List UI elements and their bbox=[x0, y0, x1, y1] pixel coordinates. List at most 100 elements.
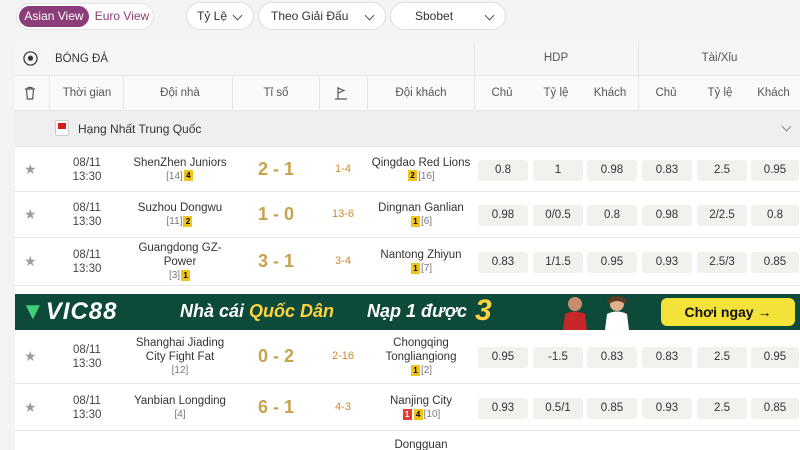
hdp-line[interactable]: 0.5/1 bbox=[533, 398, 583, 419]
home-team-rank: [4] bbox=[174, 409, 186, 420]
away-team-meta: 1 [6] bbox=[367, 215, 475, 229]
away-team[interactable]: Dongguan bbox=[367, 438, 475, 450]
hdp-home-odds[interactable]: 0.95 bbox=[478, 347, 528, 368]
hdp-away-odds[interactable]: 0.8 bbox=[587, 205, 637, 226]
hdp-line[interactable]: 1 bbox=[533, 159, 583, 181]
home-team[interactable]: Guangdong GZ-Power [3] 1 bbox=[125, 241, 235, 283]
home-team[interactable]: Suzhou Dongwu [11] 2 bbox=[125, 201, 235, 229]
away-team-meta: 1 [2] bbox=[367, 364, 475, 378]
ou-over-odds[interactable]: 0.98 bbox=[642, 205, 692, 226]
match-row[interactable]: Dongguan bbox=[15, 432, 800, 450]
away-team[interactable]: Nantong Zhiyun 1 [7] bbox=[367, 248, 475, 276]
col-hdp-line: Tỷ lệ bbox=[543, 87, 569, 99]
match-row[interactable]: ★ 08/11 13:30 Guangdong GZ-Power [3] 1 3 - 1 3-… bbox=[15, 238, 800, 286]
corner-count: 4-3 bbox=[335, 401, 351, 413]
sort-by-league-dropdown[interactable]: Theo Giải Đấu bbox=[258, 2, 386, 30]
yellow-card-count: 2 bbox=[183, 215, 193, 227]
match-row[interactable]: ★ 08/11 13:30 Yanbian Longding [4] 6 - 1 4-3 Na… bbox=[15, 385, 800, 431]
divider bbox=[474, 42, 475, 76]
hdp-home-odds[interactable]: 0.83 bbox=[478, 252, 528, 273]
home-team-rank: [11] bbox=[166, 216, 183, 227]
ou-under-odds[interactable]: 0.85 bbox=[751, 398, 799, 419]
home-team[interactable]: Yanbian Longding [4] bbox=[125, 394, 235, 422]
corner-count: 2-16 bbox=[331, 350, 355, 362]
hdp-away-odds[interactable]: 0.85 bbox=[587, 398, 637, 419]
match-score: 1 - 0 bbox=[257, 204, 295, 224]
away-team-name: Dongguan bbox=[394, 439, 448, 450]
ad-banner[interactable]: ▼VIC88 Nhà cái Quốc Dân Nạp 1 được 3 Chơ… bbox=[15, 294, 800, 330]
star-icon[interactable]: ★ bbox=[24, 348, 37, 365]
yellow-card-count: 1 bbox=[410, 262, 420, 274]
taixiu-header: Tài/Xỉu bbox=[701, 52, 738, 64]
ou-over-odds[interactable]: 0.83 bbox=[642, 159, 692, 181]
ou-line[interactable]: 2.5 bbox=[697, 159, 747, 181]
ou-over-odds[interactable]: 0.93 bbox=[642, 398, 692, 419]
banner-promo: Nạp 1 được bbox=[367, 301, 467, 321]
match-score: 0 - 2 bbox=[257, 346, 295, 366]
promo-people-image bbox=[563, 296, 629, 330]
divider bbox=[49, 76, 50, 111]
away-team-name: Nanjing City bbox=[390, 395, 452, 407]
away-team[interactable]: Chongqing Tongliangiong 1 [2] bbox=[367, 336, 475, 378]
away-team[interactable]: Qingdao Red Lions 2 [16] bbox=[367, 156, 475, 184]
match-score: 2 - 1 bbox=[257, 158, 295, 179]
banner-tagline: Nhà cái Quốc Dân bbox=[180, 301, 334, 322]
ou-under-odds[interactable]: 0.85 bbox=[751, 252, 799, 273]
play-now-button[interactable]: Chơi ngay → bbox=[661, 298, 795, 326]
home-team-name: Guangdong GZ-Power bbox=[138, 242, 222, 268]
match-row[interactable]: ★ 08/11 13:30 Suzhou Dongwu [11] 2 1 - 0 13-6 Di… bbox=[15, 192, 800, 238]
star-icon[interactable]: ★ bbox=[24, 399, 37, 416]
away-team[interactable]: Dingnan Ganlian 1 [6] bbox=[367, 201, 475, 229]
home-team[interactable]: ShenZhen Juniors [14] 4 bbox=[125, 156, 235, 184]
match-date: 08/11 bbox=[73, 202, 101, 214]
hdp-line[interactable]: -1.5 bbox=[533, 347, 583, 368]
kickoff-time: 13:30 bbox=[72, 170, 102, 183]
ou-line[interactable]: 2.5 bbox=[697, 398, 747, 419]
ou-under-odds[interactable]: 0.95 bbox=[751, 347, 799, 368]
bookmaker-dropdown[interactable]: Sbobet bbox=[390, 2, 506, 30]
home-team[interactable]: Shanghai Jiading City Fight Fat [12] bbox=[125, 336, 235, 378]
hdp-away-odds[interactable]: 0.98 bbox=[587, 159, 637, 181]
ou-over-odds[interactable]: 0.83 bbox=[642, 347, 692, 368]
hdp-away-odds[interactable]: 0.83 bbox=[587, 347, 637, 368]
ou-over-odds[interactable]: 0.93 bbox=[642, 252, 692, 273]
yellow-card-count: 4 bbox=[183, 170, 193, 182]
table-header-top: BÓNG ĐÁ HDP Tài/Xỉu bbox=[15, 42, 800, 76]
kickoff-time: 13:30 bbox=[72, 216, 102, 228]
hdp-line[interactable]: 1/1.5 bbox=[533, 252, 583, 273]
away-team-rank: [2] bbox=[420, 365, 433, 376]
hdp-home-odds[interactable]: 0.93 bbox=[478, 398, 528, 419]
ou-line[interactable]: 2.5 bbox=[697, 347, 747, 368]
match-score: 6 - 1 bbox=[257, 397, 295, 417]
star-icon[interactable]: ★ bbox=[24, 206, 37, 223]
away-team-rank: [16] bbox=[418, 170, 435, 182]
chevron-down-icon[interactable] bbox=[781, 121, 792, 132]
match-date: 08/11 bbox=[73, 395, 101, 407]
trash-icon[interactable] bbox=[24, 86, 36, 100]
asian-view-button[interactable]: Asian View bbox=[19, 6, 89, 27]
match-row[interactable]: ★ 08/11 13:30 ShenZhen Juniors [14] 4 2 - 1 1-4… bbox=[15, 147, 800, 192]
divider bbox=[638, 42, 639, 76]
yellow-card-count: 4 bbox=[413, 408, 423, 420]
yellow-card-count: 1 bbox=[410, 215, 420, 227]
ou-under-odds[interactable]: 0.8 bbox=[751, 205, 799, 226]
hdp-home-odds[interactable]: 0.98 bbox=[478, 205, 528, 226]
yellow-card-count: 1 bbox=[181, 269, 191, 281]
hdp-line[interactable]: 0/0.5 bbox=[533, 205, 583, 226]
ou-under-odds[interactable]: 0.95 bbox=[751, 159, 799, 181]
odds-type-dropdown[interactable]: Tỷ Lệ bbox=[186, 2, 254, 30]
league-header[interactable]: Hạng Nhất Trung Quốc bbox=[15, 111, 800, 147]
ou-line[interactable]: 2.5/3 bbox=[697, 252, 747, 273]
yellow-card-count: 2 bbox=[408, 170, 418, 182]
euro-view-button[interactable]: Euro View bbox=[91, 6, 153, 27]
star-icon[interactable]: ★ bbox=[24, 161, 37, 178]
away-team[interactable]: Nanjing City 1 4 [10] bbox=[367, 394, 475, 422]
col-ou-over: Chủ bbox=[655, 87, 677, 99]
ou-line[interactable]: 2/2.5 bbox=[697, 205, 747, 226]
away-team-name: Dingnan Ganlian bbox=[378, 202, 464, 214]
hdp-away-odds[interactable]: 0.95 bbox=[587, 252, 637, 273]
hdp-home-odds[interactable]: 0.8 bbox=[478, 159, 528, 181]
match-row[interactable]: ★ 08/11 13:30 Shanghai Jiading City Fight F… bbox=[15, 330, 800, 384]
col-ou-under: Khách bbox=[757, 87, 790, 99]
star-icon[interactable]: ★ bbox=[24, 253, 37, 270]
